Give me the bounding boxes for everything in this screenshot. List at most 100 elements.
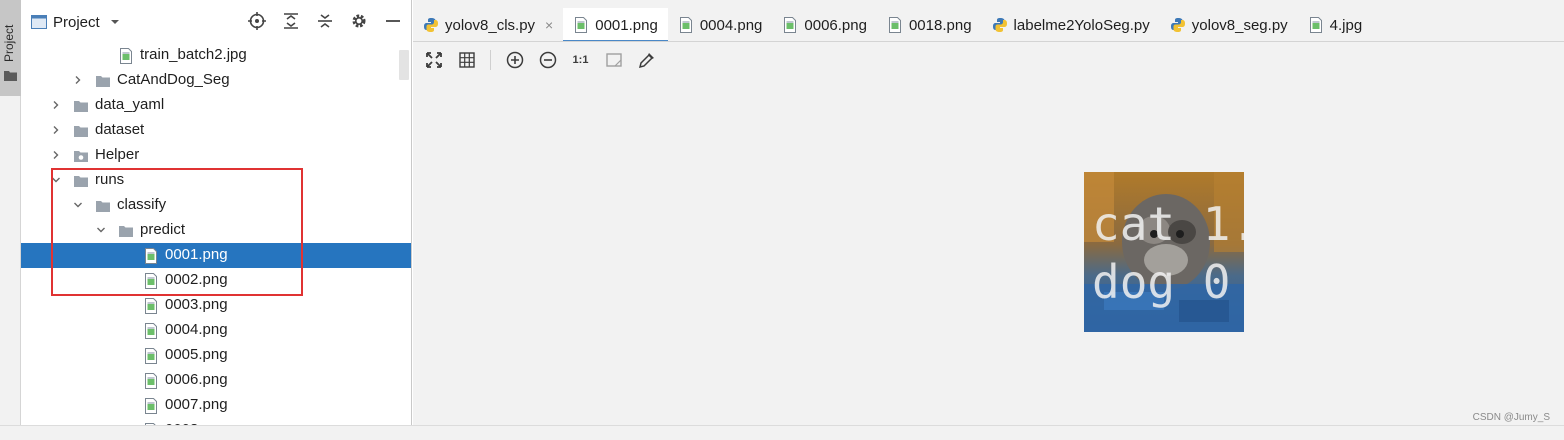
folder-icon (74, 126, 88, 137)
tree-folder-item[interactable]: predict (21, 218, 411, 243)
chevron-right-icon[interactable] (51, 125, 61, 135)
tab-0001-png[interactable]: 0001.png (563, 8, 668, 41)
zoom-in-icon[interactable] (503, 49, 526, 72)
tree-file-item[interactable]: 0007.png (21, 393, 411, 418)
folder-icon (96, 201, 110, 212)
minimize-icon[interactable] (382, 10, 404, 32)
tree-item-label: 0006.png (165, 371, 228, 388)
collapse-all-icon[interactable] (314, 10, 336, 32)
image-file-icon (679, 17, 692, 33)
chevron-down-icon[interactable] (51, 175, 61, 185)
color-picker-icon[interactable] (635, 49, 658, 72)
fit-to-screen-icon[interactable] (422, 49, 445, 72)
folder-icon (119, 226, 133, 237)
project-window-icon (31, 15, 47, 29)
bottom-strip (0, 425, 1564, 440)
project-tool-window-button[interactable]: Project (0, 0, 21, 96)
cat-photo: cat 1.0 dog 0 (1084, 172, 1244, 332)
zoom-out-icon[interactable] (536, 49, 559, 72)
tree-file-item[interactable]: 0005.png (21, 343, 411, 368)
tree-item-label: 0004.png (165, 321, 228, 338)
project-view-selector[interactable]: Project (31, 8, 120, 36)
overlay-text-line-1: cat 1.0 (1092, 197, 1244, 251)
image-file-icon (784, 17, 797, 33)
image-file-icon (145, 298, 157, 314)
actual-size-icon[interactable]: 1:1 (569, 49, 592, 72)
tree-item-label: 0001.png (165, 246, 228, 263)
chevron-right-icon[interactable] (51, 150, 61, 160)
tree-item-label: 0005.png (165, 346, 228, 363)
tree-item-label: dataset (95, 121, 145, 138)
tab-4-jpg[interactable]: 4.jpg (1298, 8, 1373, 41)
tab-yolov8-cls-py[interactable]: yolov8_cls.py × (413, 8, 563, 41)
tree-item-label: classify (117, 196, 167, 213)
editor-tab-bar: yolov8_cls.py × 0001.png 0004.png 0006.png 00… (413, 8, 1564, 42)
tab-labelme2yoloseg-py[interactable]: labelme2YoloSeg.py (982, 8, 1160, 41)
tab-label: 0004.png (699, 16, 763, 34)
image-file-icon (145, 398, 157, 414)
tab-0004-png[interactable]: 0004.png (668, 8, 773, 41)
folder-icon (96, 76, 110, 87)
folder-icon (4, 71, 17, 81)
chevron-right-icon[interactable] (73, 75, 83, 85)
tree-folder-item[interactable]: dataset (21, 118, 411, 143)
tab-0006-png[interactable]: 0006.png (772, 8, 877, 41)
tool-window-strip: Project (0, 0, 21, 440)
tab-0018-png[interactable]: 0018.png (877, 8, 982, 41)
image-file-icon (1309, 17, 1322, 33)
grid-icon[interactable] (455, 49, 478, 72)
toolbar-separator (490, 50, 491, 70)
tree-item-label: Helper (95, 146, 140, 163)
project-panel-title: Project (53, 13, 100, 31)
tree-item-label: 0002.png (165, 271, 228, 288)
project-panel: Project train_batch2.jpg CatAndDog_Segdat… (21, 0, 412, 440)
overlay-text-line-2: dog 0 (1092, 255, 1230, 309)
tab-label: yolov8_cls.py (445, 16, 536, 34)
tab-label: 0006.png (804, 16, 867, 34)
chevron-right-icon[interactable] (51, 100, 61, 110)
chevron-down-icon[interactable] (73, 200, 83, 210)
tree-item-label: 0007.png (165, 396, 228, 413)
tab-yolov8-seg-py[interactable]: yolov8_seg.py (1160, 8, 1298, 41)
tab-label: 0001.png (595, 16, 658, 34)
tree-item-label: CatAndDog_Seg (117, 71, 230, 88)
tree-file-item[interactable]: 0004.png (21, 318, 411, 343)
tree-folder-item[interactable]: CatAndDog_Seg (21, 68, 411, 93)
project-strip-label: Project (2, 24, 16, 62)
folder-icon (74, 176, 88, 187)
image-file-icon (888, 17, 901, 33)
tree-file-item[interactable]: 0003.png (21, 293, 411, 318)
background-icon[interactable] (602, 49, 625, 72)
chevron-down-icon[interactable] (96, 225, 106, 235)
tree-item-label: train_batch2.jpg (140, 46, 247, 63)
image-file-icon (145, 273, 157, 289)
tree-folder-item[interactable]: data_yaml (21, 93, 411, 118)
scrollbar-thumb[interactable] (399, 50, 409, 80)
gear-icon[interactable] (348, 10, 370, 32)
locate-icon[interactable] (246, 10, 268, 32)
tree-folder-item[interactable]: classify (21, 193, 411, 218)
tree-folder-item[interactable]: runs (21, 168, 411, 193)
python-file-icon (424, 18, 438, 32)
image-file-icon (575, 17, 588, 33)
python-file-icon (1170, 18, 1185, 32)
project-panel-header: Project (21, 8, 411, 36)
tree-item-label: 0003.png (165, 296, 228, 313)
image-viewer-toolbar: 1:1 (413, 44, 658, 76)
tree-item-label: data_yaml (95, 96, 165, 113)
tree-file-item[interactable]: 0002.png (21, 268, 411, 293)
expand-all-icon[interactable] (280, 10, 302, 32)
tree-file-item[interactable]: 0001.png (21, 243, 411, 268)
project-tree: train_batch2.jpg CatAndDog_Seg data_yamlda… (21, 43, 411, 440)
tree-file-item[interactable]: 0006.png (21, 368, 411, 393)
image-preview: cat 1.0 dog 0 (1084, 172, 1244, 332)
image-file-icon (145, 248, 157, 264)
image-file-icon (145, 373, 157, 389)
tree-file-item[interactable]: train_batch2.jpg (21, 43, 411, 68)
image-file-icon (145, 323, 157, 339)
editor-area: yolov8_cls.py × 0001.png 0004.png 0006.png 00… (413, 0, 1564, 425)
close-icon[interactable]: × (545, 17, 553, 33)
tree-folder-item[interactable]: Helper (21, 143, 411, 168)
image-file-icon (120, 48, 132, 64)
tab-label: yolov8_seg.py (1191, 16, 1288, 34)
